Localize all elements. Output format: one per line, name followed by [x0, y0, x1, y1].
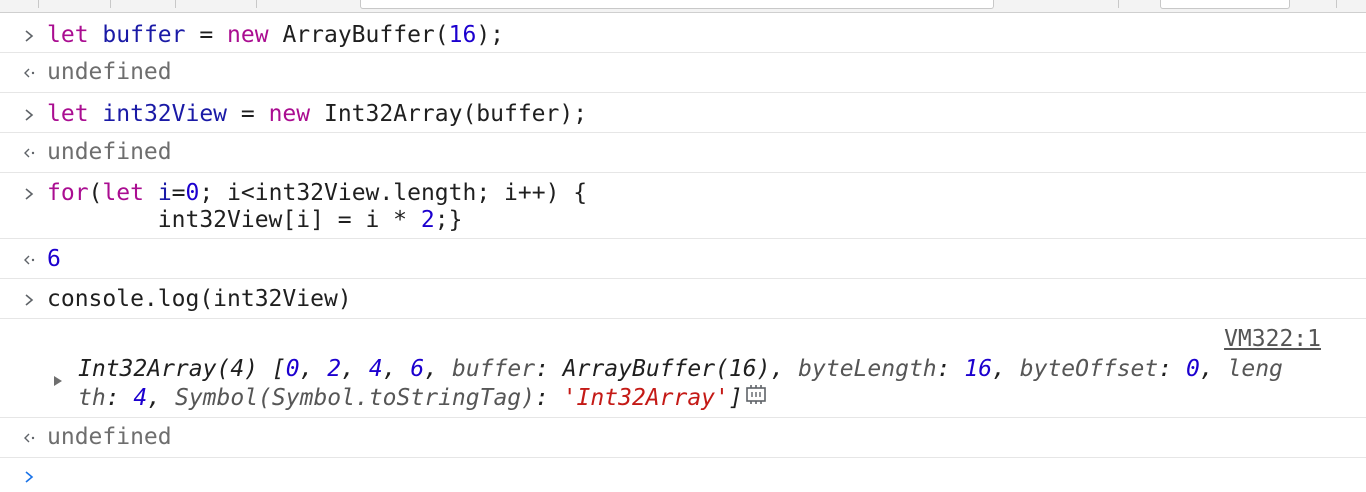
console-toolbar	[0, 0, 1366, 13]
code-token: ,	[1199, 356, 1228, 382]
console-result-row: undefined	[0, 418, 1366, 458]
chevron-right-icon	[19, 180, 39, 207]
code-token: Symbol(Symbol.toStringTag)	[174, 385, 535, 411]
log-levels-dropdown[interactable]	[1160, 0, 1290, 9]
expand-triangle-icon[interactable]	[54, 376, 62, 386]
code-token: buffer	[102, 22, 186, 48]
toolbar-divider	[1118, 0, 1119, 8]
console-input-code: let int32View = new Int32Array(buffer);	[47, 101, 587, 128]
code-token: byteLength	[798, 356, 937, 382]
code-token: ,	[147, 385, 175, 411]
console-input-code-line: int32View[i] = i * 2;}	[47, 207, 463, 234]
code-token: ]	[728, 385, 743, 411]
code-token: ;}	[434, 207, 463, 233]
code-token: ,	[341, 356, 369, 382]
console-input-row[interactable]: let buffer = new ArrayBuffer(16);	[0, 14, 1366, 53]
console-input-row[interactable]: let int32View = new Int32Array(buffer);	[0, 93, 1366, 133]
console-prompt-input[interactable]	[47, 463, 1327, 490]
console-filter-input[interactable]	[360, 0, 994, 9]
result-arrow-left-icon	[19, 424, 39, 451]
code-token: th	[78, 385, 106, 411]
code-token: let	[47, 101, 89, 127]
code-token: buffer	[451, 356, 536, 382]
code-token: ,	[382, 356, 411, 382]
code-token: ,	[299, 356, 328, 382]
console-input-code-line: for(let i=0; i<int32View.length; i++) {	[47, 180, 587, 207]
toolbar-divider	[175, 0, 176, 8]
result-arrow-left-icon	[19, 139, 39, 166]
chevron-right-icon	[19, 22, 39, 49]
prompt-chevron-icon	[19, 463, 39, 490]
code-token: ArrayBuffer(	[268, 22, 449, 48]
code-token: 2	[327, 356, 342, 382]
source-location-link[interactable]: VM322:1	[1224, 326, 1321, 353]
result-arrow-left-icon	[19, 59, 39, 86]
code-token: ; i<int32View.length; i++) {	[199, 180, 588, 206]
console-result-row: undefined	[0, 53, 1366, 93]
code-token: );	[476, 22, 505, 48]
code-token: 4	[368, 356, 383, 382]
code-token: : ArrayBuffer(16),	[535, 356, 799, 382]
code-token: 'Int32Array'	[562, 385, 729, 411]
console-result-value: 6	[47, 246, 61, 272]
toolbar-divider	[38, 0, 39, 8]
code-token: =	[227, 101, 269, 127]
code-token: (	[88, 180, 103, 206]
code-token: for	[47, 180, 89, 206]
code-token: :	[1158, 356, 1186, 382]
code-token: 16	[448, 22, 477, 48]
code-token: let	[102, 180, 144, 206]
toolbar-divider	[110, 0, 111, 8]
chevron-right-icon	[19, 101, 39, 128]
log-object-preview-line[interactable]: Int32Array(4) [0, 2, 4, 6, buffer: Array…	[78, 356, 1283, 383]
console-result-row: 6	[0, 239, 1366, 279]
console-result-value: undefined	[47, 139, 172, 165]
code-token: 0	[1185, 356, 1200, 382]
code-token: int32View	[102, 101, 228, 127]
code-token: :	[936, 356, 965, 382]
code-token: 6	[410, 356, 425, 382]
code-token: 0	[285, 356, 300, 382]
code-token: Int32Array(buffer);	[310, 101, 588, 127]
result-arrow-left-icon	[19, 246, 39, 273]
console-result-value: undefined	[47, 424, 172, 450]
code-token: =	[185, 22, 228, 48]
chevron-right-icon	[19, 286, 39, 313]
code-token: 0	[185, 180, 200, 206]
console-input-code: console.log(int32View)	[47, 286, 352, 312]
toolbar-divider	[1336, 0, 1337, 8]
console-input-row[interactable]: console.log(int32View)	[0, 279, 1366, 319]
code-token: new	[268, 101, 311, 127]
code-token: Int32Array(4) [	[78, 356, 286, 382]
code-token: 16	[964, 356, 993, 382]
code-token: =	[171, 180, 186, 206]
console-input-row[interactable]: for(let i=0; i<int32View.length; i++) { …	[0, 173, 1366, 239]
code-token: :	[535, 385, 563, 411]
log-object-preview-line[interactable]: th: 4, Symbol(Symbol.toStringTag): 'Int3…	[78, 384, 769, 413]
code-token: ,	[992, 356, 1020, 382]
code-token: 4	[133, 385, 148, 411]
memory-inspector-icon[interactable]	[743, 384, 769, 413]
code-token: i	[157, 180, 172, 206]
console-result-value: undefined	[47, 59, 172, 85]
code-token: byteOffset	[1019, 356, 1159, 382]
code-token: 2	[420, 207, 435, 233]
console-input-code: let buffer = new ArrayBuffer(16);	[47, 22, 504, 49]
code-token: new	[227, 22, 269, 48]
console-prompt[interactable]	[0, 458, 1366, 492]
console-result-row: undefined	[0, 133, 1366, 173]
toolbar-divider	[256, 0, 257, 8]
code-token: let	[47, 22, 89, 48]
code-token: leng	[1227, 356, 1283, 382]
code-token: int32View[i] = i *	[47, 207, 421, 233]
code-token: :	[105, 385, 134, 411]
code-token: ,	[424, 356, 452, 382]
